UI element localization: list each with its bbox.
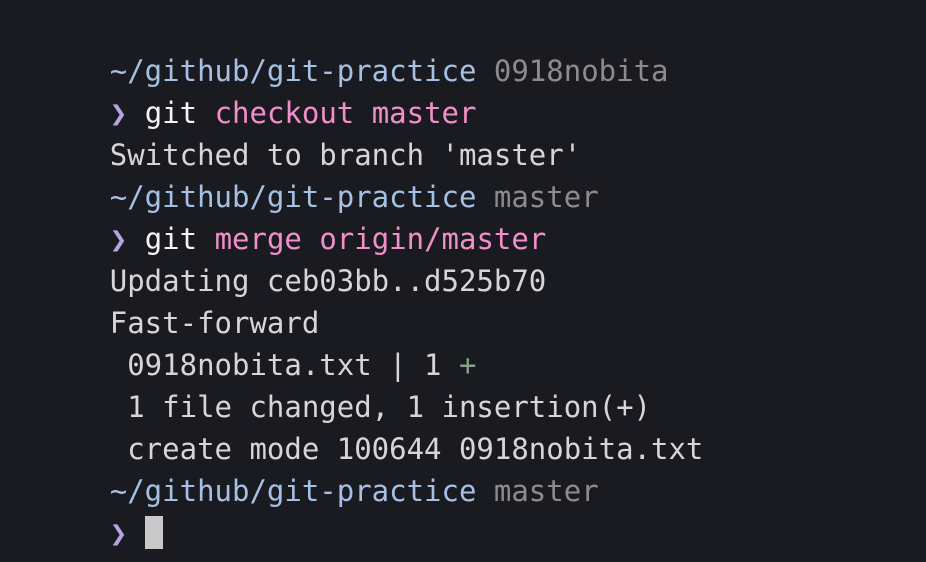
prompt-branch: master — [493, 474, 599, 508]
prompt-symbol-icon: ❯ — [109, 222, 128, 256]
terminal-screen[interactable]: ~/github/git-practice 0918nobita ❯ git c… — [0, 0, 926, 550]
text-cursor[interactable] — [144, 516, 163, 549]
prompt-path: ~/github/git-practice — [109, 54, 477, 88]
command-name: git — [144, 96, 198, 130]
prompt-branch: 0918nobita — [493, 54, 669, 88]
output-text: Fast-forward — [109, 306, 320, 340]
terminal-window[interactable]: ~/github/git-practice 0918nobita ❯ git c… — [0, 0, 926, 562]
command-args: merge origin/master — [214, 222, 547, 256]
diffstat-added-marker: + — [458, 348, 477, 382]
prompt-path: ~/github/git-practice — [109, 474, 477, 508]
command-name: git — [144, 222, 198, 256]
prompt-path: ~/github/git-practice — [109, 180, 477, 214]
output-text: create mode 100644 0918nobita.txt — [109, 432, 704, 466]
prompt-symbol-icon: ❯ — [109, 96, 128, 130]
output-text: Switched to branch 'master' — [109, 138, 582, 172]
prompt-branch: master — [493, 180, 599, 214]
command-args: checkout master — [214, 96, 477, 130]
prompt-line: ~/github/git-practice 0918nobita — [5, 8, 926, 88]
diffstat-text: 0918nobita.txt | 1 — [109, 348, 459, 382]
prompt-symbol-icon: ❯ — [109, 516, 128, 550]
output-text: Updating ceb03bb..d525b70 — [109, 264, 547, 298]
output-text: 1 file changed, 1 insertion(+) — [109, 390, 652, 424]
